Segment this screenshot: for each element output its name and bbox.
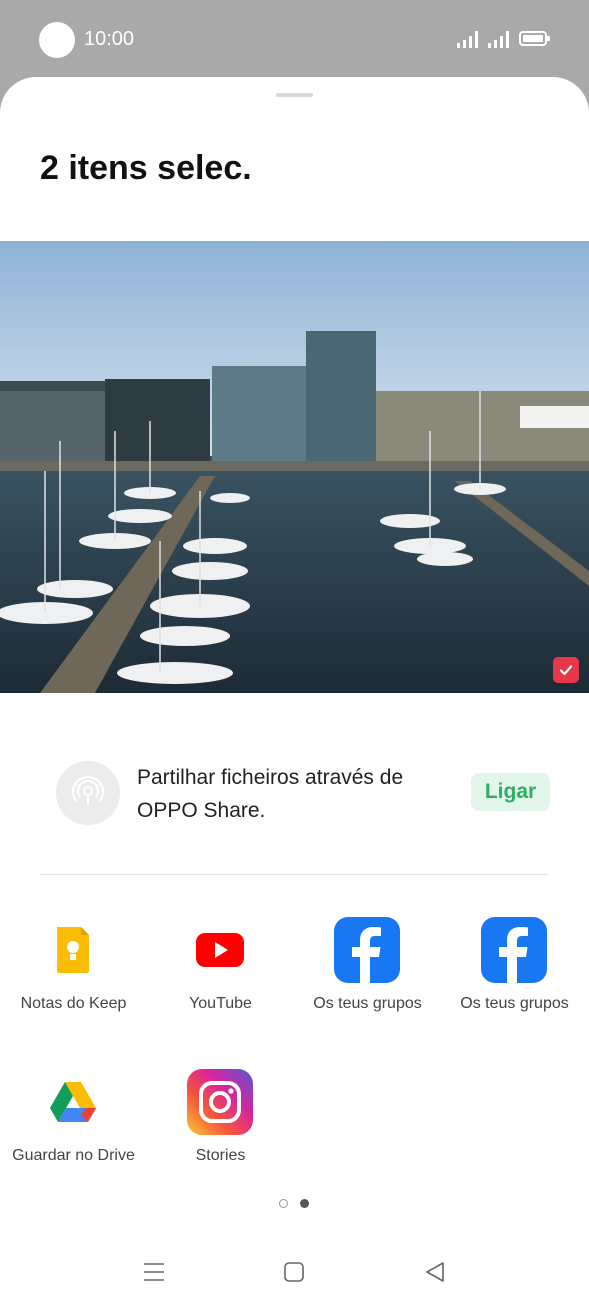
- selected-checkbox[interactable]: [553, 657, 579, 683]
- back-icon: [426, 1262, 444, 1282]
- oppo-share-row: Partilhar ficheiros através de OPPO Shar…: [56, 761, 556, 825]
- menu-nav-button[interactable]: [139, 1257, 169, 1287]
- keep-icon: [40, 917, 106, 983]
- status-time: 10:00: [84, 28, 135, 50]
- status-bar: 10:00: [0, 0, 589, 80]
- app-os-teus-grupos-2[interactable]: Os teus grupos: [441, 917, 588, 1037]
- oppo-share-text: Partilhar ficheiros através de OPPO Shar…: [137, 766, 404, 822]
- youtube-icon: [187, 917, 253, 983]
- battery-icon: [519, 31, 550, 46]
- harbor-image: [0, 241, 589, 693]
- app-label: YouTube: [189, 995, 252, 1012]
- app-youtube[interactable]: YouTube: [147, 917, 294, 1037]
- instagram-icon: [187, 1069, 253, 1135]
- drag-handle[interactable]: [276, 93, 313, 97]
- app-label: Os teus grupos: [313, 995, 422, 1012]
- divider: [40, 874, 549, 875]
- app-guardar-no-drive[interactable]: Guardar no Drive: [0, 1069, 147, 1189]
- sheet-title: 2 itens selec.: [40, 149, 252, 187]
- app-label: Stories: [195, 1147, 246, 1164]
- app-notas-do-keep[interactable]: Notas do Keep: [0, 917, 147, 1037]
- page-dot-2[interactable]: [300, 1199, 309, 1208]
- signal-icon: [457, 31, 478, 48]
- camera-cutout: [39, 22, 75, 58]
- check-icon: [559, 665, 573, 676]
- facebook-icon: [334, 917, 400, 983]
- back-nav-button[interactable]: [420, 1257, 450, 1287]
- share-sheet: 2 itens selec. Partilhar ficheiros atrav…: [0, 77, 589, 1309]
- facebook-icon: [481, 917, 547, 983]
- menu-icon: [144, 1263, 164, 1281]
- signal-icon-2: [488, 31, 509, 48]
- app-label: Guardar no Drive: [12, 1147, 135, 1164]
- ligar-button[interactable]: Ligar: [471, 773, 550, 811]
- app-label: Notas do Keep: [20, 995, 127, 1012]
- home-nav-button[interactable]: [279, 1257, 309, 1287]
- drive-icon: [40, 1069, 106, 1135]
- home-icon: [284, 1262, 304, 1282]
- app-os-teus-grupos-1[interactable]: Os teus grupos: [294, 917, 441, 1037]
- page-dot-1[interactable]: [279, 1199, 288, 1208]
- selected-photo[interactable]: [0, 241, 589, 693]
- app-stories[interactable]: Stories: [147, 1069, 294, 1189]
- oppo-share-icon: [56, 761, 120, 825]
- app-label: Os teus grupos: [460, 995, 569, 1012]
